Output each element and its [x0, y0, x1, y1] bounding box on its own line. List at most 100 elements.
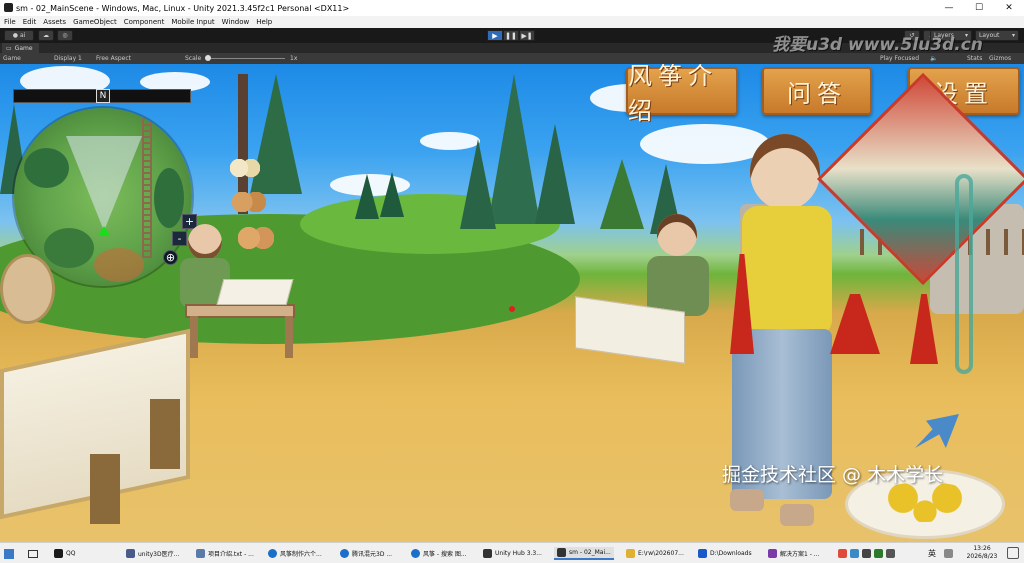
- taskbar-item-label: QQ: [66, 550, 76, 557]
- window-title: sm - 02_MainScene - Windows, Mac, Linux …: [16, 3, 350, 13]
- child-sitting: [575, 214, 725, 364]
- cloud-icon[interactable]: ☁: [38, 30, 54, 41]
- task-view-icon: [28, 549, 38, 558]
- taskbar-item-label: 风筝制作六个...: [280, 551, 322, 558]
- menu-bar: File Edit Assets GameObject Component Mo…: [0, 16, 1024, 28]
- rack-leg: [150, 399, 180, 469]
- scale-value: 1x: [290, 55, 298, 62]
- volume-icon: [886, 549, 895, 558]
- taskbar-item-label: 腾讯混元3D ...: [352, 551, 393, 558]
- taskbar-item-visual-studio[interactable]: 解决方案1 - ...: [768, 547, 820, 560]
- gizmos-dropdown[interactable]: Gizmos: [989, 55, 1011, 62]
- step-button[interactable]: ▶❚: [519, 30, 535, 41]
- scale-slider-track[interactable]: [205, 58, 285, 59]
- game-view-dropdown[interactable]: Game: [3, 55, 21, 62]
- egg-yolks: [870, 482, 980, 522]
- taskbar-item-label: 风筝 - 搜索 图...: [423, 551, 467, 558]
- taskbar-item-label: Unity Hub 3.3...: [495, 550, 542, 557]
- tab-game[interactable]: ▭ Game: [2, 43, 39, 53]
- menu-component[interactable]: Component: [124, 18, 165, 26]
- close-button[interactable]: ✕: [994, 0, 1024, 16]
- minimap-flowers: [94, 248, 144, 282]
- compass-north-label: N: [96, 89, 110, 103]
- edge-icon: [268, 549, 277, 558]
- taskbar-item-label: D:\Downloads: [710, 550, 752, 557]
- collab-icon[interactable]: ◎: [57, 30, 73, 41]
- taskbar-item-unity3d-doc[interactable]: unity3D医疗...: [126, 547, 179, 560]
- display-dropdown[interactable]: Display 1: [54, 55, 82, 62]
- taskbar-item-edge-3[interactable]: 风筝 - 搜索 图...: [411, 547, 467, 560]
- mute-audio-icon[interactable]: 🔈: [930, 55, 937, 62]
- taskbar-item-label: 解决方案1 - ...: [780, 551, 820, 558]
- input-language-indicator[interactable]: 英: [928, 547, 936, 560]
- sign-quiz-button[interactable]: 问答: [762, 67, 872, 115]
- play-controls: ▶ ❚❚ ▶❚: [487, 30, 535, 41]
- play-mode-dropdown[interactable]: Play Focused: [880, 55, 919, 62]
- taskbar-item-unity-hub[interactable]: Unity Hub 3.3...: [483, 547, 542, 560]
- minimize-button[interactable]: —: [934, 0, 964, 16]
- clock-time: 13:26: [973, 545, 991, 552]
- account-button[interactable]: ● ai: [4, 30, 34, 41]
- taskbar-item-edge-2[interactable]: 腾讯混元3D ...: [340, 547, 392, 560]
- task-view-button[interactable]: [28, 547, 38, 560]
- child-shoe: [730, 489, 764, 511]
- play-button[interactable]: ▶: [487, 30, 503, 41]
- taskbar-item-qq[interactable]: QQ: [54, 547, 75, 560]
- menu-window[interactable]: Window: [222, 18, 250, 26]
- menu-gameobject[interactable]: GameObject: [73, 18, 117, 26]
- child-head: [657, 214, 697, 256]
- maximize-button[interactable]: ☐: [964, 0, 994, 16]
- sign-kite-intro-button[interactable]: 风筝介绍: [626, 64, 738, 125]
- basket: [0, 254, 55, 324]
- aspect-dropdown[interactable]: Free Aspect: [96, 55, 131, 62]
- edge-icon: [340, 549, 349, 558]
- menu-edit[interactable]: Edit: [23, 18, 37, 26]
- menu-file[interactable]: File: [4, 18, 16, 26]
- tray-app-icon: [862, 549, 871, 558]
- scale-slider-handle[interactable]: [205, 55, 211, 61]
- taskbar-item-explorer-e[interactable]: E:\rw\202607...: [626, 547, 684, 560]
- pause-button[interactable]: ❚❚: [503, 30, 519, 41]
- visual-studio-icon: [768, 549, 777, 558]
- butterfly: [232, 192, 266, 212]
- taskbar-item-unity-editor[interactable]: sm - 02_Mai...: [554, 547, 614, 560]
- tray-icons[interactable]: [838, 547, 898, 560]
- direction-arrow-icon[interactable]: [915, 414, 959, 448]
- child-head: [188, 224, 222, 260]
- windows-taskbar: QQ unity3D医疗... 项目介绍.txt - ... 风筝制作六个...…: [0, 542, 1024, 563]
- taskbar-item-edge-1[interactable]: 风筝制作六个...: [268, 547, 322, 560]
- unity-icon: [557, 548, 566, 557]
- paper-kite-frame: [216, 279, 294, 305]
- tab-game-label: Game: [14, 44, 33, 52]
- menu-assets[interactable]: Assets: [43, 18, 66, 26]
- download-icon: [698, 549, 707, 558]
- start-button[interactable]: [4, 547, 14, 560]
- tray-clock[interactable]: 13:26 2026/8/23: [962, 545, 1002, 561]
- menu-mobile-input[interactable]: Mobile Input: [171, 18, 214, 26]
- wooden-table: [185, 304, 295, 318]
- document-icon: [126, 549, 135, 558]
- pine-tree: [460, 139, 496, 229]
- unity-hub-icon: [483, 549, 492, 558]
- notification-icon[interactable]: [1007, 547, 1019, 559]
- notepad-icon: [196, 549, 205, 558]
- taskbar-item-label: 项目介绍.txt - ...: [208, 551, 254, 558]
- qq-icon: [54, 549, 63, 558]
- taskbar-item-downloads[interactable]: D:\Downloads: [698, 547, 752, 560]
- unity-app-icon: [4, 3, 13, 12]
- tray-input-icon[interactable]: [944, 547, 956, 560]
- rack-leg: [90, 454, 120, 524]
- stats-button[interactable]: Stats: [967, 55, 982, 62]
- pine-tree: [380, 172, 404, 217]
- tray-app-icon: [850, 549, 859, 558]
- taskbar-item-notepad[interactable]: 项目介绍.txt - ...: [196, 547, 254, 560]
- keyboard-icon: [944, 549, 953, 558]
- edge-icon: [411, 549, 420, 558]
- minimap-tree-cluster: [44, 228, 94, 268]
- wifi-icon: [874, 549, 883, 558]
- folder-icon: [626, 549, 635, 558]
- minimap-railway: [142, 118, 152, 258]
- menu-help[interactable]: Help: [256, 18, 272, 26]
- crosshair-dot: [509, 306, 515, 312]
- windows-icon: [4, 548, 14, 559]
